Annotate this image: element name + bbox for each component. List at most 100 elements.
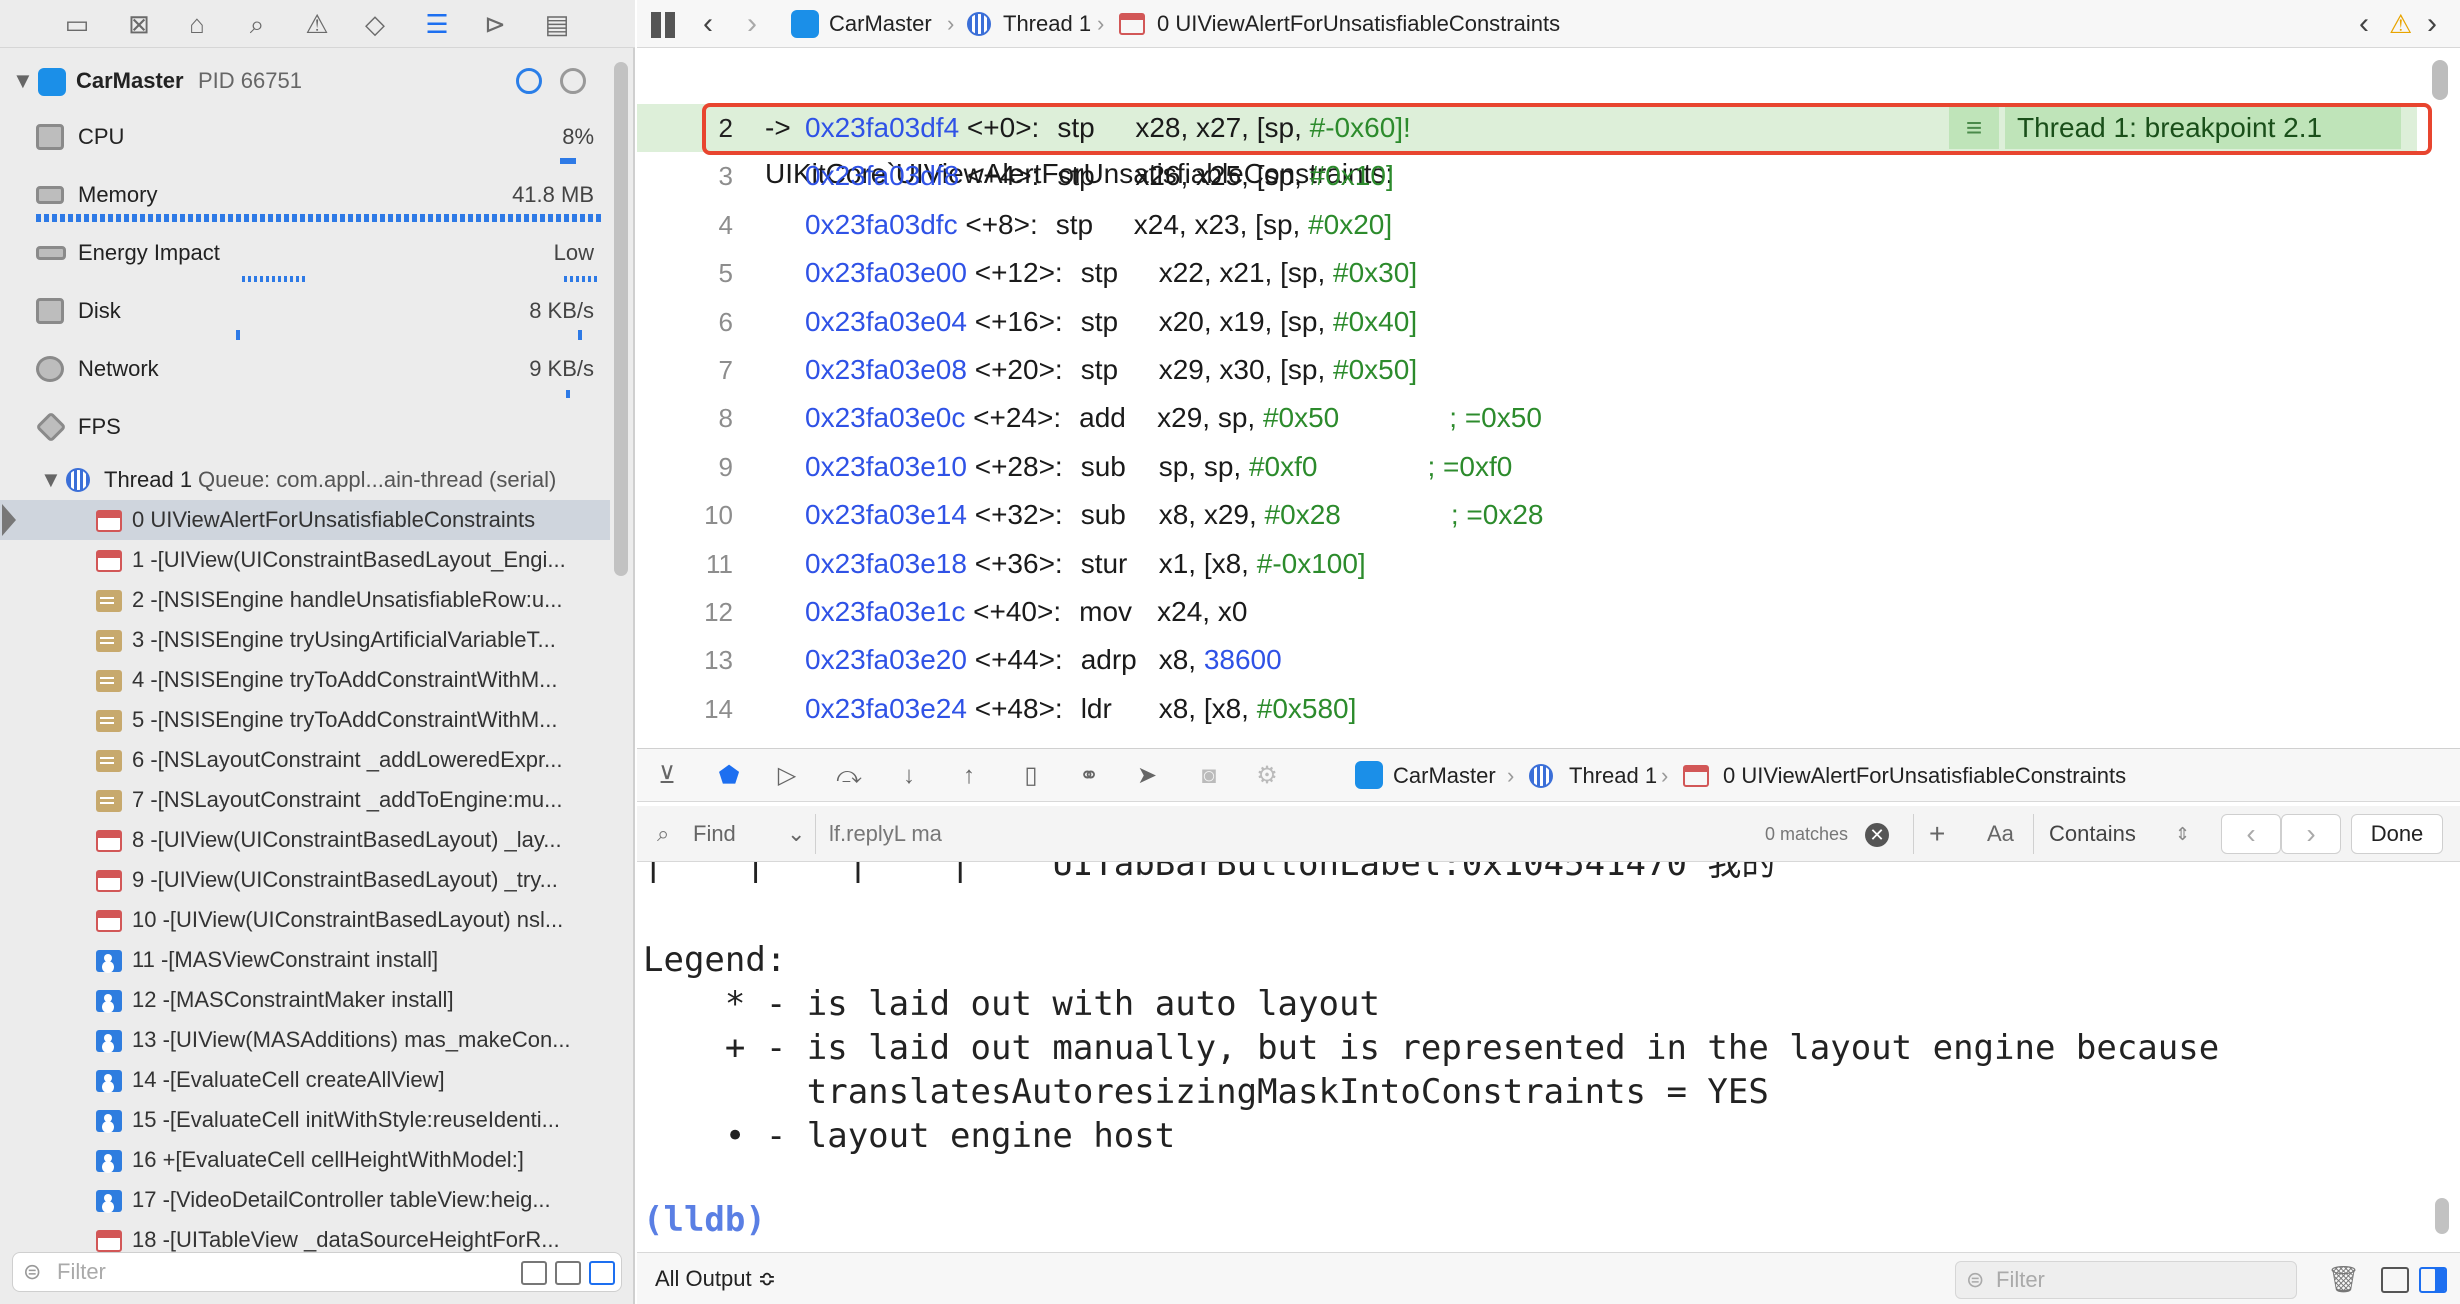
warning-icon[interactable]: ⚠ (2389, 0, 2412, 48)
line-number[interactable]: 3 (637, 152, 733, 200)
line-number[interactable]: 7 (637, 346, 733, 394)
location-icon[interactable]: ➤ (1131, 761, 1163, 791)
uikit-frame-icon (96, 1230, 122, 1252)
line-number[interactable]: 13 (637, 636, 733, 684)
stack-frame-row[interactable]: 4 -[NSISEngine tryToAddConstraintWithM..… (0, 660, 610, 700)
report-icon[interactable]: ▤ (540, 8, 574, 40)
jump-thread[interactable]: Thread 1 (1003, 0, 1091, 48)
process-row[interactable]: ▼ CarMaster PID 66751 (0, 58, 610, 104)
issue-icon[interactable]: ⚠ (300, 8, 334, 40)
thread-view-icon[interactable] (560, 68, 586, 94)
debug-app[interactable]: CarMaster (1393, 749, 1496, 803)
step-over-icon[interactable]: ⤼ (833, 761, 865, 791)
stack-frame-row[interactable]: 3 -[NSISEngine tryUsingArtificialVariabl… (0, 620, 610, 660)
console-output[interactable]: | | | | UITabBarButtonLabel:0x104541470'… (637, 862, 2460, 1252)
trash-icon[interactable]: 🗑 (2327, 1253, 2360, 1304)
line-number[interactable]: 10 (637, 491, 733, 539)
find-query-input[interactable]: lf.replyL ma (829, 806, 942, 862)
chevron-down-icon[interactable]: ⌄ (787, 806, 805, 862)
stack-frame-row[interactable]: 1 -[UIView(UIConstraintBasedLayout_Engi.… (0, 540, 610, 580)
navigator-filter-field[interactable]: ⊜ Filter (12, 1252, 622, 1292)
back-arrow-icon[interactable]: ‹ (703, 0, 713, 48)
stack-frame-row[interactable]: 8 -[UIView(UIConstraintBasedLayout) _lay… (0, 820, 610, 860)
symbol-icon[interactable]: ⌂ (180, 8, 214, 40)
debug-navigator-icon[interactable]: ☰ (420, 8, 454, 40)
line-number[interactable]: 6 (637, 298, 733, 346)
next-match-button[interactable]: › (2281, 814, 2341, 854)
find-icon[interactable]: ⌕ (240, 8, 274, 40)
hide-debug-area-icon[interactable]: ⊻ (651, 761, 683, 791)
match-type-menu[interactable]: Contains (2049, 806, 2136, 862)
line-number[interactable]: 5 (637, 249, 733, 297)
debug-thread[interactable]: Thread 1 (1569, 749, 1657, 803)
folder-icon[interactable]: ▭ (60, 8, 94, 40)
camera-icon[interactable]: ◙ (1193, 761, 1225, 791)
line-number[interactable]: 9 (637, 443, 733, 491)
stack-frame-row[interactable]: 0 UIViewAlertForUnsatisfiableConstraints (0, 500, 610, 540)
line-number[interactable]: 8 (637, 394, 733, 442)
done-button[interactable]: Done (2351, 814, 2443, 854)
stack-frame-row[interactable]: 6 -[NSLayoutConstraint _addLoweredExpr..… (0, 740, 610, 780)
stack-frame-row[interactable]: 9 -[UIView(UIConstraintBasedLayout) _try… (0, 860, 610, 900)
navigator-scrollbar[interactable] (614, 62, 628, 576)
line-number[interactable]: 4 (637, 201, 733, 249)
find-mode-menu[interactable]: Find (693, 806, 736, 862)
stack-frame-row[interactable]: 7 -[NSLayoutConstraint _addToEngine:mu..… (0, 780, 610, 820)
gauge-disk[interactable]: Disk 8 KB/s (0, 282, 610, 340)
gauge-icon[interactable] (516, 68, 542, 94)
line-number[interactable]: 11 (637, 540, 733, 588)
stack-frame-row[interactable]: 16 +[EvaluateCell cellHeightWithModel:] (0, 1140, 610, 1180)
editor-scrollbar[interactable] (2432, 60, 2448, 100)
lldb-prompt[interactable]: (lldb) (643, 1198, 766, 1242)
breakpoint-nav-icon[interactable]: ⊳ (478, 8, 512, 40)
updown-icon[interactable]: ⇕ (2175, 806, 2190, 862)
debug-frame[interactable]: 0 UIViewAlertForUnsatisfiableConstraints (1723, 749, 2126, 803)
source-control-icon[interactable]: ⊠ (122, 8, 156, 40)
stack-frame-row[interactable]: 11 -[MASViewConstraint install] (0, 940, 610, 980)
stack-frame-row[interactable]: 12 -[MASConstraintMaker install] (0, 980, 610, 1020)
thread-row[interactable]: ▼ Thread 1 Queue: com.appl...ain-thread … (0, 460, 610, 500)
stack-frame-row[interactable]: 13 -[UIView(MASAdditions) mas_makeCon... (0, 1020, 610, 1060)
previous-issue-icon[interactable]: ‹ (2359, 0, 2369, 48)
gauge-cpu[interactable]: CPU 8% (0, 108, 610, 166)
console-filter-field[interactable]: ⊜ Filter (1955, 1261, 2297, 1299)
step-into-icon[interactable]: ↓ (893, 761, 925, 791)
variables-view-icon[interactable] (2381, 1267, 2409, 1293)
line-number[interactable]: 14 (637, 685, 733, 733)
jump-app[interactable]: CarMaster (829, 0, 932, 48)
jump-frame[interactable]: 0 UIViewAlertForUnsatisfiableConstraints (1157, 0, 1560, 48)
stack-frame-row[interactable]: 10 -[UIView(UIConstraintBasedLayout) nsl… (0, 900, 610, 940)
disclosure-icon[interactable]: ▼ (12, 58, 34, 104)
console-view-icon[interactable] (2419, 1267, 2447, 1293)
related-items-icon[interactable] (651, 12, 677, 38)
continue-icon[interactable]: ▷ (771, 761, 803, 791)
gauge-fps[interactable]: FPS (0, 398, 610, 456)
breakpoints-toggle-icon[interactable]: ⬟ (713, 761, 745, 791)
gauge-energy[interactable]: Energy Impact Low (0, 224, 610, 282)
match-case-toggle[interactable]: Aa (1987, 806, 2014, 862)
add-pattern-icon[interactable]: + (1929, 806, 1945, 862)
filter-option-icon[interactable] (555, 1261, 581, 1285)
filter-option-icon[interactable] (521, 1261, 547, 1285)
step-out-icon[interactable]: ↑ (953, 761, 985, 791)
console-scrollbar[interactable] (2435, 1198, 2449, 1234)
stack-frame-row[interactable]: 5 -[NSISEngine tryToAddConstraintWithM..… (0, 700, 610, 740)
disassembly-editor[interactable]: 1 UIKitCore`UIViewAlertForUnsatisfiableC… (637, 54, 2460, 744)
forward-arrow-icon[interactable]: › (747, 0, 757, 48)
next-issue-icon[interactable]: › (2427, 0, 2437, 48)
stack-frame-row[interactable]: 15 -[EvaluateCell initWithStyle:reuseIde… (0, 1100, 610, 1140)
disclosure-icon[interactable]: ▼ (40, 460, 62, 500)
memory-graph-icon[interactable]: ⚭ (1073, 761, 1105, 791)
test-icon[interactable]: ◇ (358, 8, 392, 40)
stack-frame-row[interactable]: 2 -[NSISEngine handleUnsatisfiableRow:u.… (0, 580, 610, 620)
output-scope-menu[interactable]: All Output ≎ (655, 1253, 776, 1304)
view-debugger-icon[interactable]: ▯ (1015, 761, 1047, 791)
stack-frame-row[interactable]: 14 -[EvaluateCell createAllView] (0, 1060, 610, 1100)
stack-frame-row[interactable]: 17 -[VideoDetailController tableView:hei… (0, 1180, 610, 1220)
filter-option-active-icon[interactable] (589, 1261, 615, 1285)
clear-icon[interactable]: ✕ (1865, 823, 1889, 847)
gauge-network[interactable]: Network 9 KB/s (0, 340, 610, 398)
previous-match-button[interactable]: ‹ (2221, 814, 2281, 854)
settings-icon[interactable]: ⚙ (1251, 761, 1283, 791)
line-number[interactable]: 12 (637, 588, 733, 636)
